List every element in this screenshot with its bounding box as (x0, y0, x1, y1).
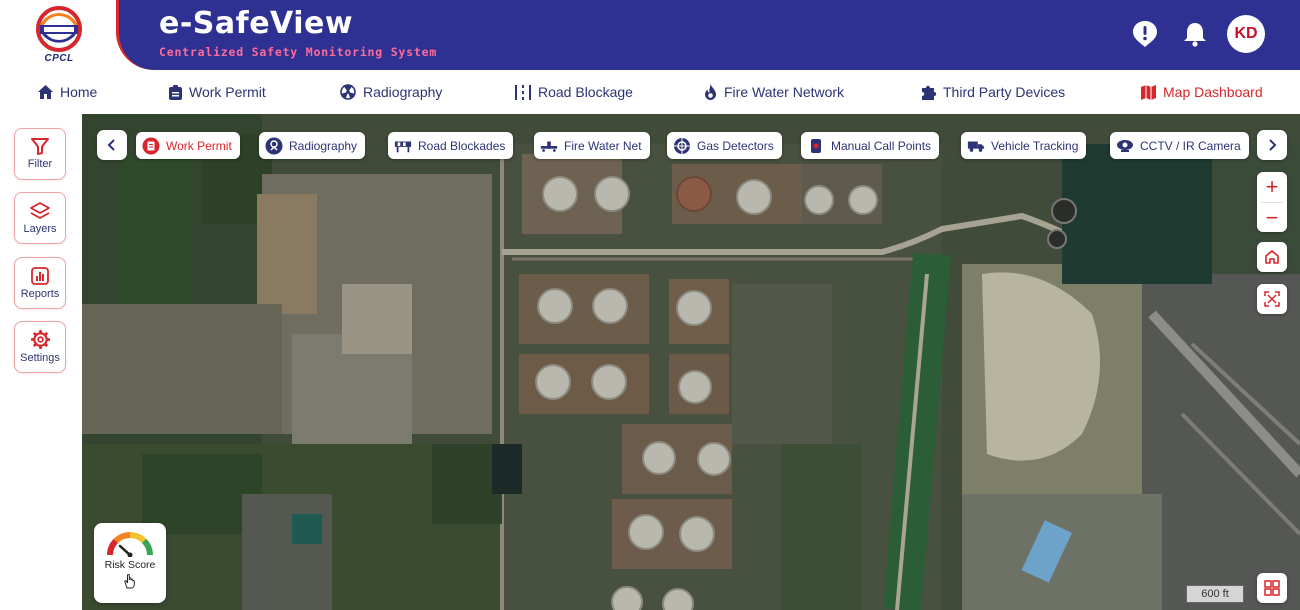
work-permit-icon (142, 137, 160, 155)
app-subtitle: Centralized Safety Monitoring System (159, 45, 438, 59)
flame-icon (705, 84, 716, 100)
zoom-out-button[interactable]: − (1257, 203, 1287, 233)
alert-icon[interactable] (1129, 18, 1161, 50)
expand-icon (1264, 291, 1280, 307)
home-view-button[interactable] (1257, 242, 1287, 272)
chip-fire-water-net-label: Fire Water Net (564, 138, 642, 153)
settings-label: Settings (20, 352, 60, 364)
chip-vehicle-tracking-label: Vehicle Tracking (991, 138, 1079, 153)
chip-radiography-label: Radiography (289, 138, 358, 153)
chip-manual-call-points[interactable]: Manual Call Points (801, 132, 940, 159)
road-icon (515, 84, 531, 100)
home-outline-icon (1265, 250, 1279, 264)
gear-icon (30, 330, 50, 349)
satellite-map[interactable]: Work Permit Radiography Road Blockades F… (82, 114, 1300, 610)
chip-road-blockades-label: Road Blockades (418, 138, 506, 153)
layers-label: Layers (23, 222, 57, 235)
filter-button[interactable]: Filter (14, 128, 66, 180)
radiography-icon (265, 137, 283, 155)
filter-label: Filter (27, 158, 53, 170)
grid-icon (1264, 580, 1280, 596)
bell-icon[interactable] (1179, 18, 1211, 50)
title-banner: e-SafeView Centralized Safety Monitoring… (116, 0, 1300, 70)
settings-button[interactable]: Settings (14, 321, 66, 373)
gas-detector-icon (673, 137, 691, 155)
chip-vehicle-tracking[interactable]: Vehicle Tracking (961, 132, 1087, 159)
cpcl-logo[interactable]: CPCL (0, 0, 118, 70)
puzzle-icon (922, 85, 936, 100)
chip-cctv-ir-camera-label: CCTV / IR Camera (1140, 138, 1241, 153)
nav-radiography[interactable]: Radiography (340, 82, 442, 102)
fire-water-icon (540, 137, 558, 155)
filter-icon (31, 138, 49, 155)
nav-third-party-devices-label: Third Party Devices (943, 84, 1066, 100)
hand-pointer-icon (124, 574, 135, 589)
user-avatar[interactable]: KD (1227, 15, 1265, 53)
reports-icon (31, 266, 49, 285)
home-icon (38, 85, 53, 99)
zoom-in-button[interactable]: + (1257, 172, 1287, 202)
nav-third-party-devices[interactable]: Third Party Devices (920, 82, 1065, 102)
grid-view-button[interactable] (1257, 573, 1287, 603)
nav-work-permit[interactable]: Work Permit (169, 82, 266, 102)
chevron-left-icon (107, 139, 115, 151)
cctv-icon (1116, 137, 1134, 155)
map-scale: 600 ft (1186, 585, 1244, 603)
nav-map-dashboard[interactable]: Map Dashboard (1141, 82, 1263, 102)
nav-home-label: Home (60, 84, 98, 100)
zoom-control: + − (1257, 172, 1287, 232)
chip-fire-water-net[interactable]: Fire Water Net (534, 132, 650, 159)
call-point-icon (807, 137, 825, 155)
nav-home[interactable]: Home (38, 82, 97, 102)
app-title: e-SafeView (159, 6, 354, 41)
fullscreen-button[interactable] (1257, 284, 1287, 314)
nav-fire-water-network-label: Fire Water Network (724, 84, 845, 100)
layers-button[interactable]: Layers (14, 192, 66, 244)
risk-score-widget[interactable]: Risk Score (94, 523, 166, 603)
chips-next-button[interactable] (1257, 130, 1287, 160)
chip-work-permit-label: Work Permit (166, 138, 232, 153)
nav-road-blockage-label: Road Blockage (538, 84, 633, 100)
clipboard-icon (169, 84, 182, 100)
left-toolbar: Filter Layers Reports Settings (0, 114, 82, 610)
cpcl-logo-mark (36, 6, 82, 52)
chip-work-permit[interactable]: Work Permit (136, 132, 240, 159)
satellite-imagery (82, 114, 1300, 610)
reports-button[interactable]: Reports (14, 257, 66, 309)
chip-manual-call-points-label: Manual Call Points (831, 138, 932, 153)
nav-fire-water-network[interactable]: Fire Water Network (704, 82, 844, 102)
nav-road-blockage[interactable]: Road Blockage (515, 82, 633, 102)
chip-road-blockades[interactable]: Road Blockades (388, 132, 514, 159)
chip-gas-detectors-label: Gas Detectors (697, 138, 774, 153)
map-icon (1141, 84, 1156, 100)
chip-cctv-ir-camera[interactable]: CCTV / IR Camera (1110, 132, 1249, 159)
app-header: CPCL e-SafeView Centralized Safety Monit… (0, 0, 1300, 70)
chips-prev-button[interactable] (97, 130, 127, 160)
nav-work-permit-label: Work Permit (189, 84, 266, 100)
main-nav: Home Work Permit Radiography Road Blocka… (0, 70, 1300, 114)
nav-radiography-label: Radiography (363, 84, 443, 100)
chevron-right-icon (1269, 139, 1277, 151)
reports-label: Reports (20, 287, 60, 300)
gauge-icon (107, 532, 153, 557)
logo-caption: CPCL (44, 53, 74, 64)
radiation-icon (340, 84, 356, 100)
chip-radiography[interactable]: Radiography (259, 132, 366, 159)
layers-icon (30, 201, 50, 219)
risk-score-label: Risk Score (104, 559, 156, 571)
road-blockade-icon (394, 137, 412, 155)
truck-icon (967, 137, 985, 155)
chip-gas-detectors[interactable]: Gas Detectors (667, 132, 782, 159)
nav-map-dashboard-label: Map Dashboard (1163, 84, 1263, 100)
